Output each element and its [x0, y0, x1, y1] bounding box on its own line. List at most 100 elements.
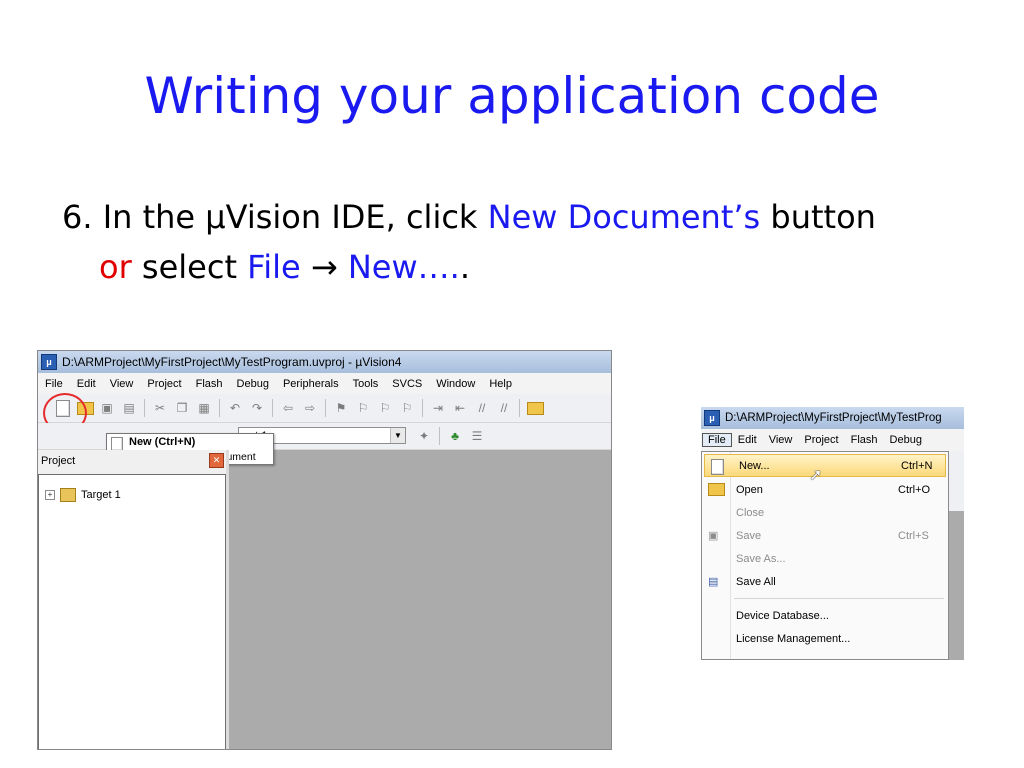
- menu-flash[interactable]: Flash: [845, 434, 884, 446]
- bullet-period: .: [459, 248, 470, 286]
- close-icon[interactable]: ✕: [209, 453, 224, 468]
- menu-item-label: Close: [736, 507, 765, 519]
- cut-button[interactable]: ✂: [151, 399, 169, 417]
- menu-flash[interactable]: Flash: [189, 378, 230, 390]
- menu-item-shortcut: Ctrl+S: [898, 530, 929, 542]
- menu-project[interactable]: Project: [798, 434, 844, 446]
- menu-window[interactable]: Window: [429, 378, 482, 390]
- new-document-highlight: New Document’s: [487, 198, 761, 236]
- unindent-icon: ⇤: [454, 401, 466, 415]
- menu-bar: File Edit View Project Flash Debug: [701, 429, 964, 451]
- menu-item-label: License Management...: [736, 633, 851, 645]
- bookmark-prev-button[interactable]: ⚐: [354, 399, 372, 417]
- main-toolbar: ▣ ▤ ✂ ❐ ▦ ↶ ↷ ⇦ ⇨ ⚑ ⚐ ⚐ ⚐ ⇥ ⇤ // //: [38, 394, 611, 423]
- uncomment-button[interactable]: //: [495, 399, 513, 417]
- menu-debug[interactable]: Debug: [884, 434, 928, 446]
- file-menu-dropdown: New... Ctrl+N ➚ Open Ctrl+O Close ▣ Save…: [701, 451, 949, 660]
- menu-edit[interactable]: Edit: [70, 378, 103, 390]
- toolbar-separator: [219, 399, 220, 417]
- manage-books-button[interactable]: ☰: [468, 427, 486, 445]
- new-document-icon: [111, 437, 123, 451]
- menu-help[interactable]: Help: [482, 378, 519, 390]
- arrow-text: →: [300, 248, 348, 286]
- menu-item-label: Save All: [736, 576, 776, 588]
- file-highlight: File: [247, 248, 301, 286]
- bookmark-button[interactable]: ⚑: [332, 399, 350, 417]
- bookmark-clear-button[interactable]: ⚐: [398, 399, 416, 417]
- menu-item-label: Open: [736, 484, 763, 496]
- menu-peripherals[interactable]: Peripherals: [276, 378, 346, 390]
- uncomment-icon: //: [500, 401, 508, 415]
- magic-wand-icon: ✦: [418, 429, 430, 443]
- menu-item-label: Save: [736, 530, 762, 542]
- redo-icon: ↷: [251, 401, 263, 415]
- menu-item-save[interactable]: ▣ Save Ctrl+S: [702, 525, 948, 548]
- find-in-files-button[interactable]: [526, 399, 544, 417]
- menu-view[interactable]: View: [763, 434, 799, 446]
- uvision-app-icon: μ: [41, 354, 57, 370]
- or-highlight: or: [99, 248, 132, 286]
- bullet-text: button: [760, 198, 876, 236]
- unindent-button[interactable]: ⇤: [451, 399, 469, 417]
- menu-view[interactable]: View: [103, 378, 141, 390]
- nav-forward-button[interactable]: ⇨: [301, 399, 319, 417]
- save-button[interactable]: ▣: [98, 399, 116, 417]
- redo-button[interactable]: ↷: [248, 399, 266, 417]
- menu-file[interactable]: File: [38, 378, 70, 390]
- menu-file[interactable]: File: [702, 433, 732, 447]
- target-folder-icon: [60, 488, 76, 502]
- window-titlebar: μ D:\ARMProject\MyFirstProject\MyTestPro…: [38, 351, 611, 373]
- bookmark-clear-icon: ⚐: [401, 401, 413, 415]
- menu-bar: File Edit View Project Flash Debug Perip…: [38, 373, 611, 395]
- undo-icon: ↶: [229, 401, 241, 415]
- target-options-button[interactable]: ✦: [415, 427, 433, 445]
- menu-item-save-as[interactable]: Save As...: [702, 548, 948, 571]
- menu-item-close[interactable]: Close: [702, 502, 948, 525]
- save-icon: ▣: [101, 401, 113, 415]
- bullet-text: In the µVision IDE, click: [92, 198, 488, 236]
- expand-icon[interactable]: +: [45, 490, 55, 500]
- uvision-file-menu-screenshot: μ D:\ARMProject\MyFirstProject\MyTestPro…: [701, 407, 964, 660]
- window-titlebar: μ D:\ARMProject\MyFirstProject\MyTestPro…: [701, 407, 964, 429]
- save-icon: ▣: [708, 530, 719, 542]
- toolbar-separator: [422, 399, 423, 417]
- panel-splitter[interactable]: [226, 450, 229, 749]
- menu-item-device-database[interactable]: Device Database...: [702, 605, 948, 628]
- copy-button[interactable]: ❐: [173, 399, 191, 417]
- menu-edit[interactable]: Edit: [732, 434, 763, 446]
- menu-item-label: Save As...: [736, 553, 786, 565]
- project-panel: + Target 1: [38, 474, 226, 749]
- menu-svcs[interactable]: SVCS: [385, 378, 429, 390]
- menu-item-save-all[interactable]: ▤ Save All: [702, 571, 948, 594]
- toolbar-separator: [325, 399, 326, 417]
- uvision-main-window-screenshot: μ D:\ARMProject\MyFirstProject\MyTestPro…: [37, 350, 612, 750]
- menu-item-license-management[interactable]: License Management...: [702, 628, 948, 651]
- slide-title: Writing your application code: [144, 67, 880, 125]
- tree-item-target[interactable]: + Target 1: [45, 488, 121, 502]
- menu-separator: [734, 598, 944, 599]
- window-title: D:\ARMProject\MyFirstProject\MyTestProg: [725, 412, 942, 424]
- indent-button[interactable]: ⇥: [429, 399, 447, 417]
- toolbar-separator: [272, 399, 273, 417]
- comment-button[interactable]: //: [473, 399, 491, 417]
- menu-item-new[interactable]: New... Ctrl+N ➚: [704, 454, 946, 484]
- menu-debug[interactable]: Debug: [230, 378, 276, 390]
- manage-components-button[interactable]: ♣: [446, 427, 464, 445]
- undo-button[interactable]: ↶: [226, 399, 244, 417]
- chevron-down-icon[interactable]: ▼: [390, 428, 405, 443]
- menu-item-open[interactable]: Open Ctrl+O: [702, 479, 948, 502]
- components-icon: ♣: [451, 429, 459, 443]
- menu-tools[interactable]: Tools: [346, 378, 386, 390]
- menu-project[interactable]: Project: [140, 378, 188, 390]
- toolbar-separator: [439, 427, 440, 445]
- nav-back-button[interactable]: ⇦: [279, 399, 297, 417]
- bookmark-next-button[interactable]: ⚐: [376, 399, 394, 417]
- toolbar-stub: [949, 451, 964, 511]
- instruction-bullet: 6. In the µVision IDE, click New Documen…: [62, 192, 1012, 292]
- menu-item-label: New...: [739, 460, 770, 472]
- paste-button[interactable]: ▦: [195, 399, 213, 417]
- bookmark-next-icon: ⚐: [379, 401, 391, 415]
- menu-item-shortcut: Ctrl+O: [898, 484, 931, 496]
- arrow-right-icon: ⇨: [304, 401, 316, 415]
- save-all-button[interactable]: ▤: [120, 399, 138, 417]
